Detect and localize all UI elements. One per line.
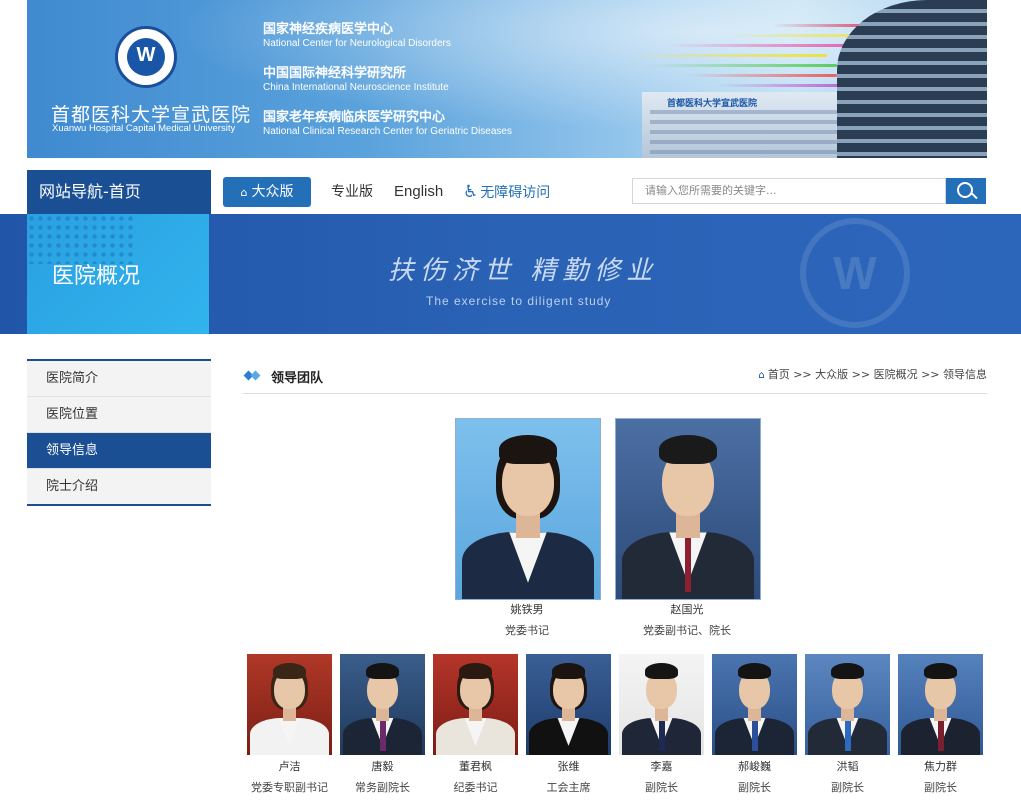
hospital-name-en: Xuanwu Hospital Capital Medical Universi… bbox=[52, 123, 236, 134]
leader-photo[interactable] bbox=[619, 654, 704, 755]
leader-name[interactable]: 郝峻巍 bbox=[704, 758, 805, 774]
leader-role: 党委书记 bbox=[505, 624, 549, 637]
jet-trail bbox=[627, 54, 827, 57]
hospital-tower bbox=[837, 0, 987, 158]
leader-role: 副院长 bbox=[831, 781, 864, 794]
leader-photo[interactable] bbox=[615, 418, 761, 600]
leader-role: 常务副院长 bbox=[355, 781, 410, 794]
nav-accessibility-link[interactable]: ♿ 无障碍访问 bbox=[463, 177, 550, 207]
center-name-cn: 国家神经疾病医学中心 bbox=[263, 22, 394, 37]
center-name-en: National Clinical Research Center for Ge… bbox=[263, 126, 512, 137]
leader-photo[interactable] bbox=[433, 654, 518, 755]
motto-en: The exercise to diligent study bbox=[426, 294, 612, 308]
leader-photo[interactable] bbox=[805, 654, 890, 755]
leader-role: 副院长 bbox=[645, 781, 678, 794]
center-title: 国家老年疾病临床医学研究中心 National Clinical Researc… bbox=[263, 106, 512, 137]
center-title: 中国国际神经科学研究所 China International Neurosci… bbox=[263, 62, 449, 93]
search-button[interactable] bbox=[946, 178, 986, 204]
leader-name[interactable]: 李嘉 bbox=[611, 758, 712, 774]
hospital-logo-icon[interactable] bbox=[115, 26, 177, 88]
content-header: 领导团队 ⌂ 首页 >> 大众版 >> 医院概况 >> 领导信息 bbox=[243, 360, 987, 394]
leader-photo[interactable] bbox=[247, 654, 332, 755]
logo-watermark-icon bbox=[800, 218, 910, 328]
page-title: 领导团队 bbox=[271, 371, 324, 386]
search-input[interactable]: 请输入您所需要的关键字... bbox=[632, 178, 946, 204]
leader-role: 党委副书记、院长 bbox=[643, 624, 731, 637]
sidebar-item-intro[interactable]: 医院简介 bbox=[27, 361, 211, 397]
breadcrumb[interactable]: ⌂ 首页 >> 大众版 >> 医院概况 >> 领导信息 bbox=[758, 366, 987, 382]
building-sign: 首都医科大学宣武医院 bbox=[667, 99, 758, 109]
center-name-cn: 国家老年疾病临床医学研究中心 bbox=[263, 110, 446, 125]
leader-name[interactable]: 唐毅 bbox=[332, 758, 433, 774]
jet-trail bbox=[687, 74, 837, 77]
breadcrumb-text: 首页 >> 大众版 >> 医院概况 >> 领导信息 bbox=[767, 368, 987, 381]
leader-role: 副院长 bbox=[924, 781, 957, 794]
center-name-cn: 中国国际神经科学研究所 bbox=[263, 66, 407, 81]
search-icon bbox=[957, 182, 973, 198]
leader-name[interactable]: 洪韬 bbox=[797, 758, 898, 774]
nav-home-link[interactable]: 网站导航-首页 bbox=[27, 170, 211, 214]
sidebar-menu: 医院简介 医院位置 领导信息 院士介绍 bbox=[27, 359, 211, 506]
leader-photo[interactable] bbox=[898, 654, 983, 755]
leader-photo[interactable] bbox=[526, 654, 611, 755]
leader-role: 副院长 bbox=[738, 781, 771, 794]
section-title: 医院概况 bbox=[52, 264, 141, 289]
leader-name[interactable]: 焦力群 bbox=[890, 758, 991, 774]
nav-access-label: 无障碍访问 bbox=[480, 185, 551, 201]
jet-trail bbox=[647, 64, 837, 67]
home-icon: ⌂ bbox=[758, 370, 765, 381]
nav-public-button[interactable]: ⌂ 大众版 bbox=[223, 177, 311, 207]
motto-cn: 扶伤济世 精勤修业 bbox=[388, 256, 659, 286]
leader-photo[interactable] bbox=[340, 654, 425, 755]
leader-name[interactable]: 董君枫 bbox=[425, 758, 526, 774]
leader-photo[interactable] bbox=[712, 654, 797, 755]
center-name-en: China International Neuroscience Institu… bbox=[263, 82, 449, 93]
leader-photo[interactable] bbox=[455, 418, 601, 600]
nav-pro-link[interactable]: 专业版 bbox=[331, 177, 373, 207]
center-name-en: National Center for Neurological Disorde… bbox=[263, 38, 451, 49]
jet-trail bbox=[667, 44, 857, 47]
nav-public-label: 大众版 bbox=[251, 184, 294, 200]
leader-role: 党委专职副书记 bbox=[251, 781, 328, 794]
sidebar-item-leaders[interactable]: 领导信息 bbox=[27, 433, 211, 469]
jet-trail bbox=[717, 84, 847, 87]
leader-role: 纪委书记 bbox=[453, 781, 498, 794]
home-icon: ⌂ bbox=[240, 186, 248, 199]
center-title: 国家神经疾病医学中心 National Center for Neurologi… bbox=[263, 18, 451, 49]
nav-english-link[interactable]: English bbox=[394, 177, 443, 207]
header-banner: 首都医科大学宣武医院 首都医科大学宣武医院 Xuanwu Hospital Ca… bbox=[27, 0, 987, 158]
sidebar-item-location[interactable]: 医院位置 bbox=[27, 397, 211, 433]
leader-name[interactable]: 张维 bbox=[518, 758, 619, 774]
leader-name[interactable]: 赵国光 bbox=[595, 601, 779, 617]
wheelchair-icon: ♿ bbox=[463, 182, 479, 202]
leader-role: 工会主席 bbox=[546, 781, 591, 794]
leader-name[interactable]: 卢洁 bbox=[239, 758, 340, 774]
diamond-icon bbox=[243, 370, 261, 381]
leader-name[interactable]: 姚铁男 bbox=[435, 601, 619, 617]
sidebar-item-academicians[interactable]: 院士介绍 bbox=[27, 469, 211, 504]
